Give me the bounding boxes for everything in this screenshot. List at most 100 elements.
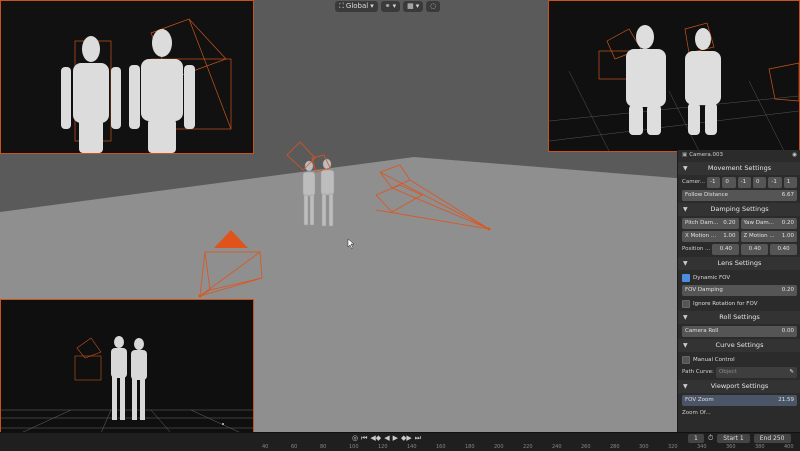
axis-field-4[interactable]: 0 (753, 177, 767, 188)
manual-control-checkbox[interactable]: Manual Control (678, 354, 800, 365)
timeline-tick-label: 100 (349, 444, 359, 450)
timeline-tick-label: 80 (320, 444, 327, 450)
checkbox-unchecked-icon (682, 355, 690, 364)
camera-axis-row: Camer... -1 0 -1 0 -1 1 (678, 177, 800, 188)
position-damping-row: Position ... 0.40 0.40 0.40 (678, 244, 800, 255)
timeline-tick-label: 220 (523, 444, 533, 450)
orientation-icon: ⛶ (339, 1, 344, 10)
timeline-tick-label: 380 (755, 444, 765, 450)
fov-zoom-row: FOV Zoom 21.59 (678, 395, 800, 406)
camera-preview-top-right[interactable] (548, 0, 800, 152)
timeline-tick-label: 200 (494, 444, 504, 450)
timeline-tick-label: 400 (784, 444, 794, 450)
axis-field-3[interactable]: -1 (737, 177, 751, 188)
keying-icon[interactable]: ◎ (352, 434, 358, 442)
pitch-yaw-row: Pitch Dam... 0.20 Yaw Dam... 0.20 (678, 218, 800, 229)
fov-damping-field[interactable]: FOV Damping 0.20 (682, 285, 797, 296)
collapse-triangle-icon: ▼ (683, 165, 688, 172)
timeline-tick-label: 280 (610, 444, 620, 450)
collapse-triangle-icon: ▼ (683, 342, 688, 349)
path-curve-object-field[interactable]: Object ✎ (715, 367, 797, 378)
clock-icon: ⏱ (707, 434, 714, 442)
fov-damping-row: FOV Damping 0.20 (678, 285, 800, 296)
proportional-editing-button[interactable]: ◌ (426, 0, 441, 12)
x-motion-field[interactable]: X Motion ... 1.00 (682, 231, 739, 242)
timeline-tick-label: 340 (697, 444, 707, 450)
z-motion-field[interactable]: Z Motion ... 1.00 (740, 231, 797, 242)
axis-field-6[interactable]: 1 (783, 177, 798, 188)
position-z-field[interactable]: 0.40 (770, 244, 797, 255)
collapse-triangle-icon: ▼ (683, 260, 688, 267)
axis-field-1[interactable]: -1 (706, 177, 721, 188)
camera-icon: ▣ (682, 152, 688, 158)
damping-settings-header[interactable]: ▼ Damping Settings (678, 203, 800, 216)
collapse-triangle-icon: ▼ (683, 206, 688, 213)
viewport-settings-header[interactable]: ▼ Viewport Settings (678, 380, 800, 393)
jump-end-icon[interactable]: ⏭ (415, 434, 421, 443)
axis-field-5[interactable]: -1 (768, 177, 782, 188)
checkbox-checked-icon (682, 273, 690, 282)
visibility-icon[interactable]: ◉ (792, 150, 797, 160)
fov-zoom-field[interactable]: FOV Zoom 21.59 (682, 395, 797, 406)
preview-render (1, 300, 253, 432)
transform-orientation-dropdown[interactable]: ⛶ Global ▾ (335, 0, 378, 12)
pitch-damping-field[interactable]: Pitch Dam... 0.20 (682, 218, 739, 229)
play-icon[interactable]: ▶ (393, 434, 398, 442)
timeline-bar[interactable]: ◎ ⏮ ◀◆ ◀ ▶ ◆▶ ⏭ 1 ⏱ Start 1 End 250 40 60… (0, 432, 800, 451)
next-keyframe-icon[interactable]: ◆▶ (401, 434, 412, 442)
jump-start-icon[interactable]: ⏮ (361, 434, 367, 443)
eyedropper-icon[interactable]: ✎ (789, 367, 794, 378)
curve-settings-header[interactable]: ▼ Curve Settings (678, 339, 800, 352)
follow-distance-field[interactable]: Follow Distance 6.67 (682, 190, 797, 201)
camera-roll-row: Camera Roll 0.00 (678, 326, 800, 337)
path-curve-row: Path Curve: Object ✎ (678, 367, 800, 378)
lens-settings-header[interactable]: ▼ Lens Settings (678, 257, 800, 270)
dynamic-fov-checkbox[interactable]: Dynamic FOV (678, 272, 800, 283)
chevron-down-icon: ▾ (415, 1, 420, 10)
timeline-tick-label: 40 (262, 444, 269, 450)
collapse-triangle-icon: ▼ (683, 383, 688, 390)
end-frame-field[interactable]: End 250 (753, 434, 791, 443)
camera-preview-bottom-left[interactable] (0, 299, 254, 432)
play-reverse-icon[interactable]: ◀ (384, 434, 389, 442)
movement-settings-header[interactable]: ▼ Movement Settings (678, 162, 800, 175)
camera-preview-top-left[interactable] (0, 0, 254, 154)
timeline-tick-label: 60 (291, 444, 298, 450)
follow-distance-row: Follow Distance 6.67 (678, 190, 800, 201)
circle-icon: ◌ (430, 1, 437, 10)
yaw-damping-field[interactable]: Yaw Dam... 0.20 (740, 218, 797, 229)
timeline-tick-label: 160 (436, 444, 446, 450)
axis-field-2[interactable]: 0 (722, 177, 736, 188)
start-frame-field[interactable]: Start 1 (717, 434, 750, 443)
chevron-down-icon: ▾ (370, 1, 374, 10)
snap-button[interactable]: ▦ ▾ (403, 0, 424, 12)
camera-roll-field[interactable]: Camera Roll 0.00 (682, 326, 797, 337)
timeline-tick-label: 260 (581, 444, 591, 450)
magnet-icon: ▦ (407, 1, 414, 10)
current-frame-field[interactable]: 1 (688, 434, 704, 443)
prev-keyframe-icon[interactable]: ◀◆ (370, 434, 381, 442)
timeline-tick-label: 120 (378, 444, 388, 450)
camera-list-item[interactable]: ▣ Camera.003 ◉ (678, 150, 800, 160)
viewport-header-toolbar: ⛶ Global ▾ ⚭ ▾ ▦ ▾ ◌ (335, 0, 441, 12)
motion-row: X Motion ... 1.00 Z Motion ... 1.00 (678, 231, 800, 242)
ignore-rotation-checkbox[interactable]: Ignore Rotation for FOV (678, 298, 800, 309)
preview-render (549, 1, 799, 151)
timeline-tick-label: 240 (552, 444, 562, 450)
timeline-tick-label: 140 (407, 444, 417, 450)
link-icon: ⚭ (384, 1, 391, 10)
checkbox-unchecked-icon (682, 299, 690, 308)
playback-controls: ◎ ⏮ ◀◆ ◀ ▶ ◆▶ ⏭ (352, 434, 421, 443)
pivot-point-button[interactable]: ⚭ ▾ (380, 0, 401, 12)
timeline-tick-label: 360 (726, 444, 736, 450)
collapse-triangle-icon: ▼ (683, 314, 688, 321)
roll-settings-header[interactable]: ▼ Roll Settings (678, 311, 800, 324)
chevron-down-icon: ▾ (392, 1, 397, 10)
position-x-field[interactable]: 0.40 (712, 244, 740, 255)
zoom-offset-row: Zoom Of... (682, 410, 711, 416)
timeline-tick-label: 320 (668, 444, 678, 450)
camera-settings-panel: ▣ Camera.003 ◉ ▼ Movement Settings Camer… (677, 150, 800, 432)
timeline-tick-label: 180 (465, 444, 475, 450)
preview-render (1, 1, 253, 153)
position-y-field[interactable]: 0.40 (741, 244, 769, 255)
